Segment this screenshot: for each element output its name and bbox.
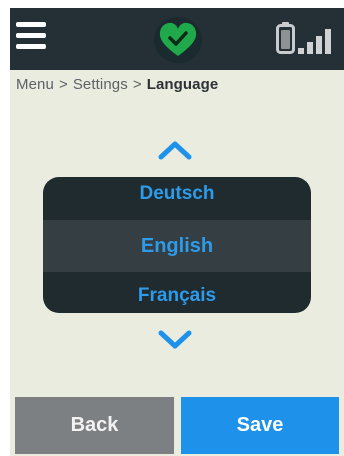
language-option-deutsch[interactable]: Deutsch <box>43 177 311 213</box>
breadcrumb-item-menu[interactable]: Menu <box>16 76 54 93</box>
battery-icon <box>276 22 295 54</box>
chevron-down-icon[interactable] <box>155 328 195 352</box>
breadcrumb-separator: > <box>58 76 68 93</box>
breadcrumb-separator: > <box>132 76 142 93</box>
menu-line <box>16 33 46 38</box>
language-option-francais[interactable]: Français <box>43 276 311 313</box>
breadcrumb-item-settings[interactable]: Settings <box>73 76 128 93</box>
signal-bars-icon <box>298 29 331 54</box>
breadcrumb: Menu > Settings > Language <box>16 76 218 93</box>
device-screen: Menu > Settings > Language Deutsch English F… <box>10 8 344 456</box>
menu-line <box>16 22 46 27</box>
back-button[interactable]: Back <box>15 397 174 454</box>
breadcrumb-current: Language <box>146 76 219 93</box>
hamburger-menu-icon[interactable] <box>16 22 46 50</box>
top-bar <box>10 8 344 70</box>
menu-line <box>16 44 46 49</box>
language-picker[interactable]: Deutsch English Français <box>43 177 311 313</box>
chevron-up-icon[interactable] <box>155 138 195 162</box>
language-option-selected[interactable]: English <box>43 220 311 272</box>
save-button[interactable]: Save <box>181 397 339 454</box>
heart-check-icon <box>154 17 202 63</box>
